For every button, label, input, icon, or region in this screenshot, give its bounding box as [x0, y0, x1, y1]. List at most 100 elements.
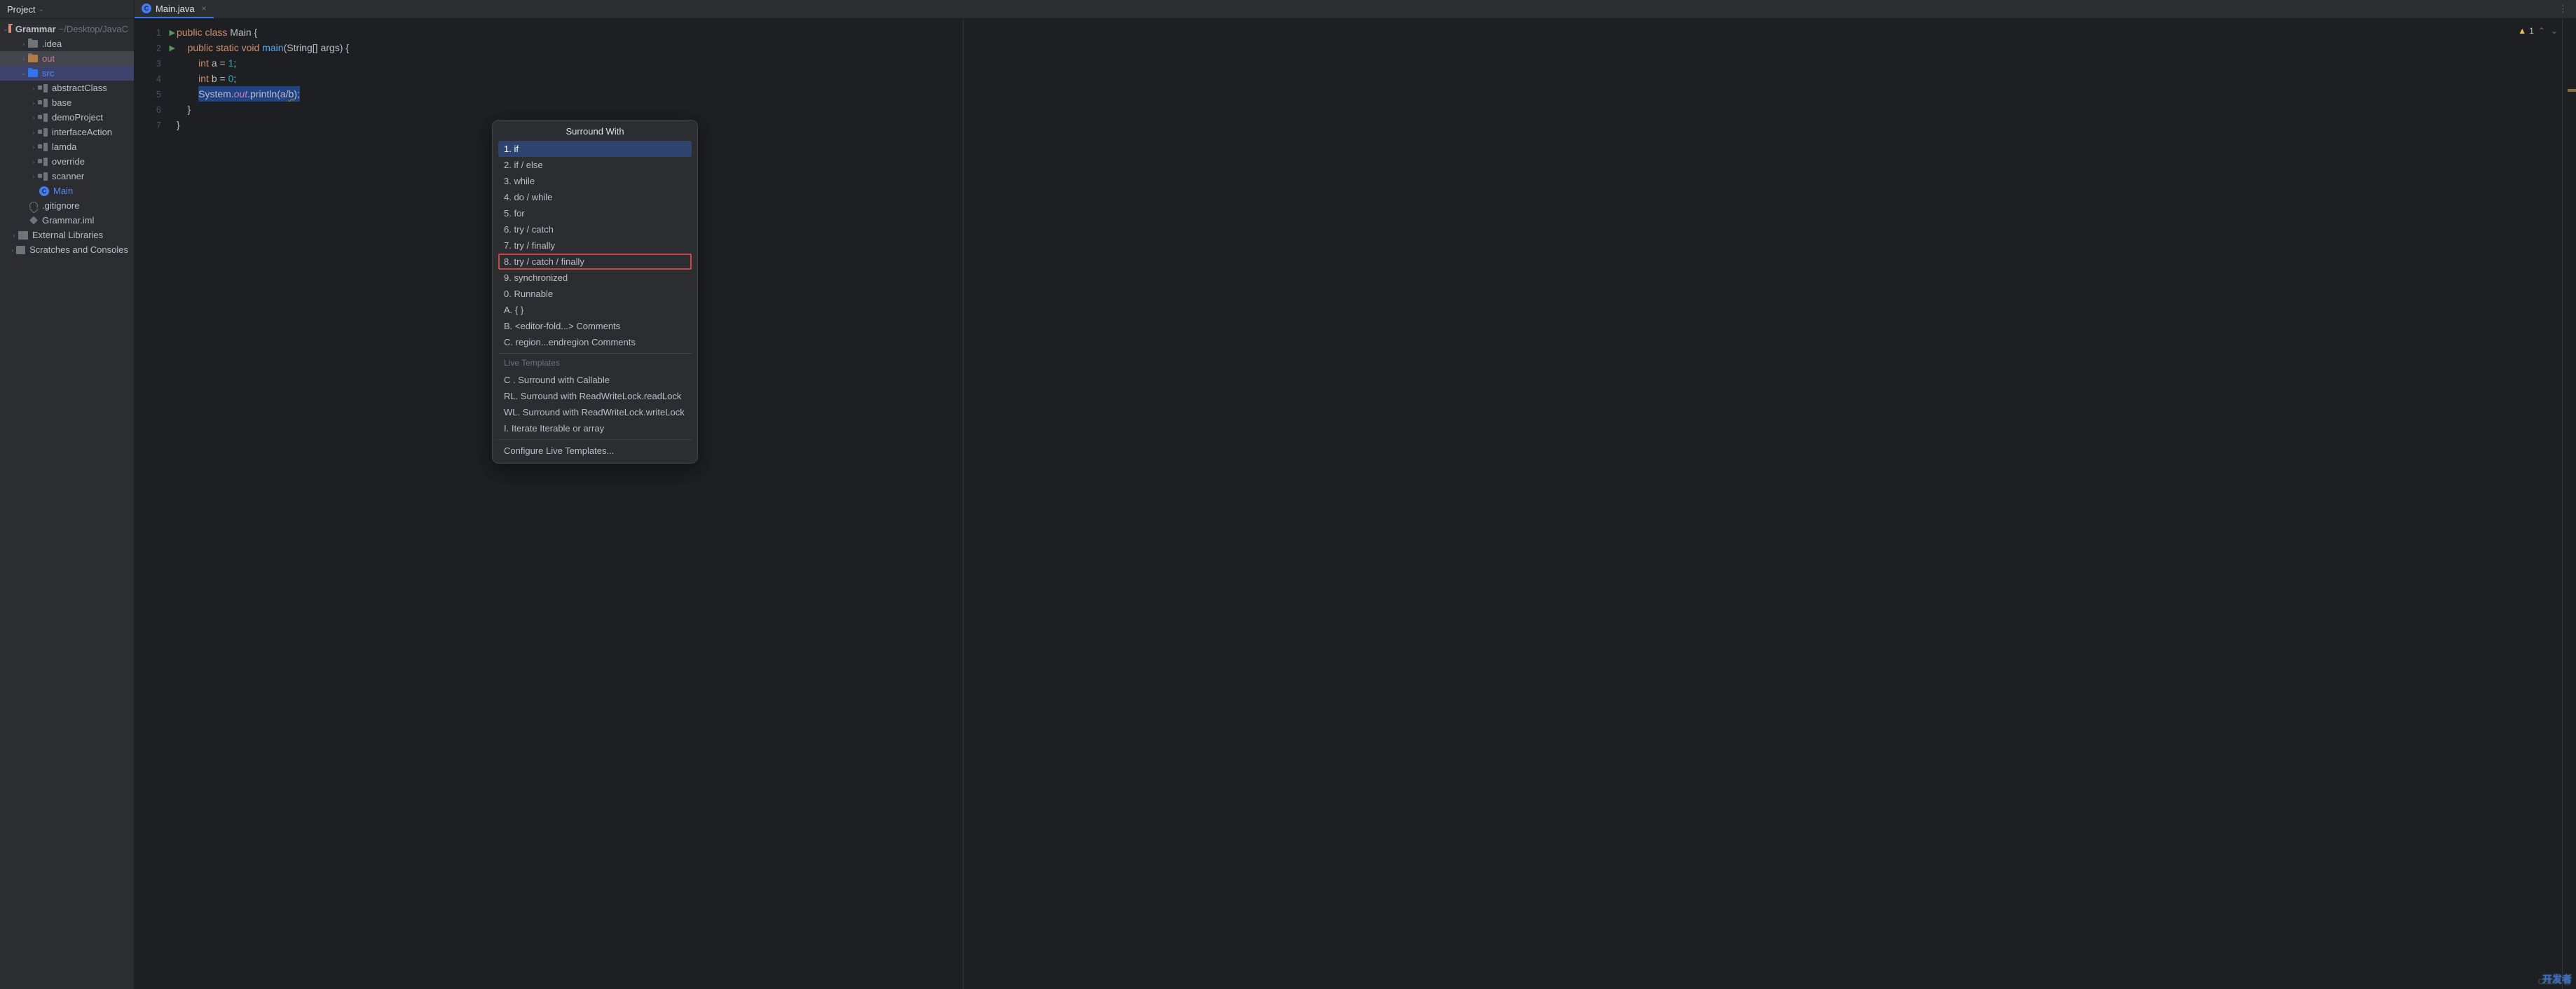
package-icon: [38, 172, 48, 181]
popup-item-try-catch-finally[interactable]: 8. try / catch / finally: [498, 254, 692, 270]
separator: [498, 353, 692, 354]
popup-item-readlock[interactable]: RL. Surround with ReadWriteLock.readLock: [498, 388, 692, 404]
code-line: System.out.println(a/b);: [177, 86, 2562, 102]
code-editor[interactable]: 1▶ 2▶ 3 4 5 6 7 public class Main { publ…: [135, 19, 2576, 989]
chevron-right-icon: ›: [20, 41, 28, 48]
tree-item-idea[interactable]: › .idea: [0, 36, 134, 51]
warning-icon: ▲: [2518, 26, 2526, 36]
popup-title: Surround With: [493, 120, 697, 141]
tab-filename: Main.java: [156, 4, 195, 14]
line-number: 2: [156, 43, 161, 53]
tree-item-ext-libs[interactable]: ›External Libraries: [0, 228, 134, 242]
popup-section-live: Live Templates: [498, 357, 692, 372]
chevron-down-icon: ⌄: [20, 69, 28, 77]
popup-item-synchronized[interactable]: 9. synchronized: [498, 270, 692, 286]
code-line: }: [177, 102, 2562, 117]
tree-item-pkg[interactable]: ›demoProject: [0, 110, 134, 125]
scratches-icon: [16, 246, 25, 254]
warning-count: 1: [2529, 26, 2534, 36]
separator: [498, 439, 692, 440]
chevron-right-icon: ›: [29, 114, 38, 121]
project-label: Project: [7, 4, 35, 15]
popup-item-region[interactable]: C. region...endregion Comments: [498, 334, 692, 350]
close-icon[interactable]: ×: [202, 4, 207, 13]
chevron-right-icon: ›: [29, 144, 38, 151]
java-class-icon: C: [142, 4, 151, 13]
popup-item-if-else[interactable]: 2. if / else: [498, 157, 692, 173]
root-name: Grammar: [15, 24, 56, 34]
java-class-icon: C: [39, 186, 49, 196]
module-icon: [8, 25, 11, 33]
tree-item-pkg[interactable]: ›scanner: [0, 169, 134, 184]
tree-item-pkg[interactable]: ›abstractClass: [0, 81, 134, 95]
package-icon: [38, 143, 48, 151]
chevron-right-icon: ›: [29, 158, 38, 165]
code-line: int a = 1;: [177, 55, 2562, 71]
popup-item-try-catch[interactable]: 6. try / catch: [498, 221, 692, 237]
popup-item-callable[interactable]: C . Surround with Callable: [498, 372, 692, 388]
tree-item-src[interactable]: ⌄ src: [0, 66, 134, 81]
prev-highlight-icon[interactable]: ⌃: [2538, 26, 2545, 36]
popup-item-editor-fold[interactable]: B. <editor-fold...> Comments: [498, 318, 692, 334]
tree-item-pkg[interactable]: ›lamda: [0, 139, 134, 154]
more-icon: ⋮: [2558, 4, 2569, 15]
watermark-logo: 开发者: [2542, 972, 2572, 986]
chevron-right-icon: ›: [29, 85, 38, 92]
line-number: 7: [156, 120, 161, 130]
chevron-right-icon: ›: [29, 173, 38, 180]
surround-with-popup: Surround With 1. if 2. if / else 3. whil…: [492, 120, 698, 464]
gitignore-icon: [29, 202, 38, 210]
editor-split-line: [963, 19, 964, 989]
popup-item-braces[interactable]: A. { }: [498, 302, 692, 318]
popup-item-configure[interactable]: Configure Live Templates...: [498, 443, 692, 459]
popup-item-try-finally[interactable]: 7. try / finally: [498, 237, 692, 254]
tree-item-pkg[interactable]: ›override: [0, 154, 134, 169]
popup-item-while[interactable]: 3. while: [498, 173, 692, 189]
popup-item-iterate[interactable]: I. Iterate Iterable or array: [498, 420, 692, 436]
line-number: 5: [156, 89, 161, 99]
warning-marker[interactable]: [2568, 89, 2576, 92]
error-stripe[interactable]: [2562, 19, 2576, 989]
project-sidebar: ⌄ Grammar ~/Desktop/JavaC › .idea › out …: [0, 19, 135, 989]
tree-item-main[interactable]: CMain: [0, 184, 134, 198]
chevron-right-icon: ›: [20, 55, 28, 62]
chevron-down-icon: ⌄: [3, 25, 8, 33]
tree-item-pkg[interactable]: ›base: [0, 95, 134, 110]
package-icon: [38, 84, 48, 92]
tree-item-scratches[interactable]: ›Scratches and Consoles: [0, 242, 134, 257]
code-line: public static void main(String[] args) {: [177, 40, 2562, 55]
popup-item-writelock[interactable]: WL. Surround with ReadWriteLock.writeLoc…: [498, 404, 692, 420]
folder-icon: [28, 55, 38, 62]
popup-item-runnable[interactable]: 0. Runnable: [498, 286, 692, 302]
tree-root[interactable]: ⌄ Grammar ~/Desktop/JavaC: [0, 22, 134, 36]
package-icon: [38, 128, 48, 137]
tree-item-pkg[interactable]: ›interfaceAction: [0, 125, 134, 139]
project-tool-header[interactable]: Project ⌄: [0, 0, 135, 18]
folder-icon: [28, 40, 38, 48]
tree-item-iml[interactable]: Grammar.iml: [0, 213, 134, 228]
popup-item-do-while[interactable]: 4. do / while: [498, 189, 692, 205]
popup-item-for[interactable]: 5. for: [498, 205, 692, 221]
popup-item-if[interactable]: 1. if: [498, 141, 692, 157]
line-number: 1: [156, 27, 161, 38]
run-icon[interactable]: ▶: [170, 43, 175, 53]
chevron-right-icon: ›: [9, 247, 17, 254]
popup-list: 1. if 2. if / else 3. while 4. do / whil…: [493, 141, 697, 463]
inspection-badge[interactable]: ▲ 1 ⌃ ⌄: [2518, 26, 2559, 36]
tree-item-out[interactable]: › out: [0, 51, 134, 66]
line-number: 6: [156, 104, 161, 115]
tabs-bar: Project ⌄ C Main.java × ⋮: [0, 0, 2576, 19]
code-line: public class Main {: [177, 25, 2562, 40]
next-highlight-icon[interactable]: ⌄: [2551, 26, 2558, 36]
tree-item-gitignore[interactable]: .gitignore: [0, 198, 134, 213]
run-icon[interactable]: ▶: [170, 28, 175, 37]
chevron-right-icon: ›: [29, 129, 38, 136]
tabs-overflow[interactable]: ⋮: [2551, 0, 2576, 18]
source-folder-icon: [28, 69, 38, 77]
editor-tab-main[interactable]: C Main.java ×: [135, 0, 214, 18]
code-line: int b = 0;: [177, 71, 2562, 86]
package-icon: [38, 99, 48, 107]
chevron-right-icon: ›: [29, 99, 38, 106]
iml-icon: [29, 216, 38, 225]
library-icon: [18, 231, 28, 240]
